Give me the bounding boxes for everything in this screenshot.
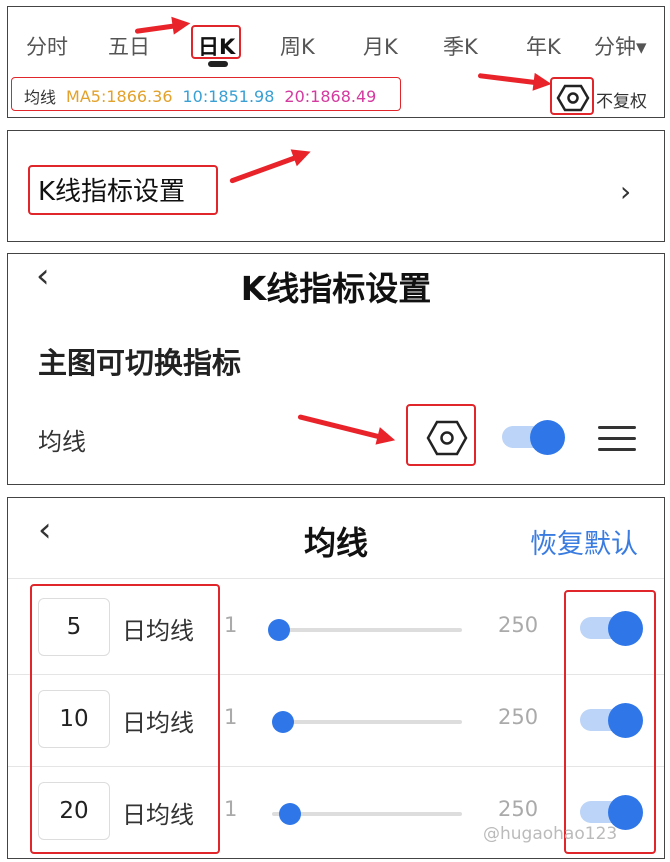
slider-max-label: 250 [498, 613, 539, 637]
daily-k-highlight [191, 25, 241, 59]
chart-tab-panel: 分时 五日 日K 周K 月K 季K 年K 分钟▾ 均线 MA5:1866.36 … [7, 6, 665, 118]
slider-min-label: 1 [224, 613, 238, 637]
restore-default-button[interactable]: 恢复默认 [530, 522, 638, 561]
gear-highlight [550, 77, 594, 115]
arrow-to-daily-tab [134, 23, 177, 34]
divider [8, 578, 664, 579]
tab-quarterly-k[interactable]: 季K [443, 31, 478, 61]
arrow-to-settings [229, 154, 299, 184]
adjust-mode-label[interactable]: 不复权 [596, 87, 647, 112]
section-heading: 主图可切换指标 [38, 346, 242, 380]
ma-indicator-label: 均线 [38, 428, 86, 456]
ma-period-highlight [30, 584, 220, 854]
slider-max-label: 250 [498, 705, 539, 729]
tab-monthly-k[interactable]: 月K [363, 31, 398, 61]
toggles-highlight [564, 590, 656, 854]
watermark: @hugaohao123 [483, 824, 618, 844]
tab-yearly-k[interactable]: 年K [526, 31, 561, 61]
chevron-right-icon: › [620, 175, 632, 208]
slider-max-label: 250 [498, 797, 539, 821]
tab-intraday[interactable]: 分时 [26, 31, 68, 61]
ma-slider[interactable] [272, 720, 462, 724]
tab-five-day[interactable]: 五日 [108, 31, 150, 61]
ma-slider[interactable] [272, 628, 462, 632]
slider-handle[interactable] [279, 803, 302, 825]
page-title: K线指标设置 [240, 269, 432, 308]
slider-min-label: 1 [224, 705, 238, 729]
ma-values-highlight [11, 77, 401, 111]
arrow-to-gear [477, 73, 538, 86]
gear-highlight-large [406, 404, 476, 466]
slider-min-label: 1 [224, 797, 238, 821]
indicator-settings-page: ‹ K线指标设置 主图可切换指标 均线 [7, 253, 665, 485]
tab-minute-dropdown[interactable]: 分钟▾ [594, 31, 647, 61]
drag-handle-icon[interactable] [598, 426, 636, 459]
indicator-settings-entry[interactable]: K线指标设置 › [7, 130, 665, 242]
slider-handle[interactable] [268, 619, 291, 641]
active-tab-indicator [208, 61, 228, 67]
tab-weekly-k[interactable]: 周K [280, 31, 315, 61]
slider-handle[interactable] [271, 711, 294, 733]
settings-label-highlight [28, 165, 218, 215]
ma-settings-page: ‹ 均线 恢复默认 5 日均线 1 250 10 日均线 1 250 20 日均… [7, 497, 665, 859]
arrow-to-ma-gear [297, 414, 383, 440]
toggle-knob [530, 420, 565, 455]
